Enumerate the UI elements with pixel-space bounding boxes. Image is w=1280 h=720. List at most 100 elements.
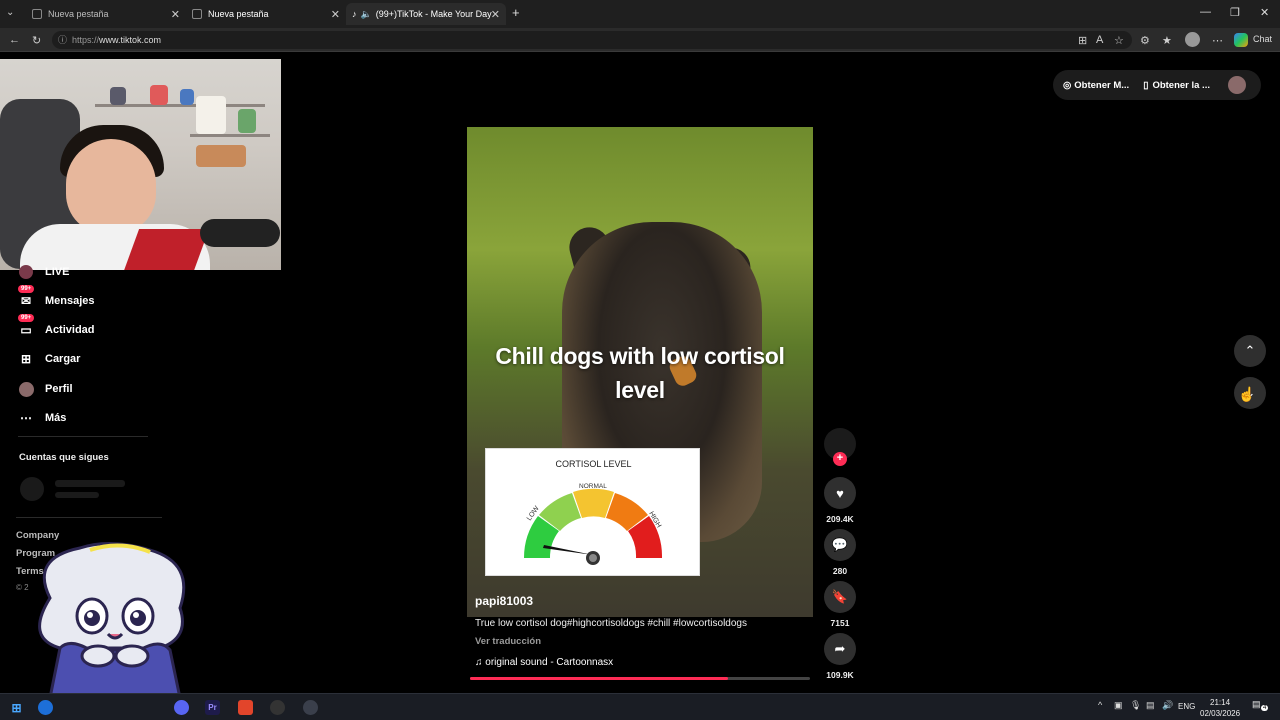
- sidebar-item-label: LIVE: [45, 266, 70, 278]
- sidebar-item-label: Más: [45, 412, 67, 424]
- figure-toy: [180, 89, 194, 105]
- address-bar-input[interactable]: ⓘ https://www.tiktok.com: [52, 31, 1132, 49]
- previous-video-button[interactable]: ⌃: [1234, 335, 1266, 367]
- minimize-icon[interactable]: —: [1200, 6, 1211, 18]
- save-count: 7151: [830, 618, 850, 628]
- tab-page-icon: [32, 9, 42, 19]
- refresh-icon[interactable]: ↻: [32, 34, 41, 47]
- window-close-icon[interactable]: ✕: [1260, 6, 1269, 19]
- mouse-cursor-icon: ☝: [1238, 386, 1256, 402]
- tab-title: (99+)TikTok - Make Your Day: [375, 9, 492, 19]
- notification-center-icon[interactable]: ▤ 4: [1252, 699, 1269, 714]
- phone-icon: ▯: [1143, 79, 1149, 91]
- tray-chevron-icon[interactable]: ^: [1098, 700, 1102, 710]
- microphone-icon[interactable]: 🎙: [1130, 700, 1141, 711]
- live-icon: [18, 264, 34, 280]
- streamer-face: [66, 139, 156, 234]
- app-icon[interactable]: [303, 700, 318, 715]
- favorite-star-icon[interactable]: ☆: [1114, 34, 1124, 47]
- profile-avatar[interactable]: [1185, 32, 1200, 47]
- comment-count: 280: [832, 566, 848, 576]
- back-icon[interactable]: ←: [9, 34, 20, 46]
- sidebar-item-messages[interactable]: ✉ 99+ Mensajes: [18, 285, 95, 309]
- restore-icon[interactable]: ❐: [1230, 6, 1240, 19]
- user-avatar[interactable]: [1227, 76, 1246, 94]
- sidebar-item-label: Mensajes: [45, 295, 95, 307]
- divider: [16, 517, 162, 518]
- tab-title: Nueva pestaña: [208, 9, 269, 19]
- figure-toy: [110, 87, 126, 105]
- video-sound[interactable]: ♫ original sound - Cartoonnasx: [475, 657, 613, 668]
- tab-page-icon: [192, 9, 202, 19]
- edge-icon[interactable]: [38, 700, 53, 715]
- tab-tiktok[interactable]: ♪ 🔈 (99+)TikTok - Make Your Day ✕: [346, 3, 506, 25]
- network-icon[interactable]: ▤: [1146, 700, 1155, 711]
- share-button[interactable]: ➦ 109.9K: [824, 633, 856, 680]
- microphone: [200, 219, 280, 247]
- more-menu-icon[interactable]: ⋯: [1212, 34, 1223, 47]
- share-icon: ➦: [824, 633, 856, 665]
- address-toolbar: ← ↻ ⓘ https://www.tiktok.com ⊞ A ☆ ⚙ ★ ⋯…: [0, 28, 1280, 52]
- video-caption: Chill dogs with low cortisol level: [495, 343, 785, 403]
- close-icon[interactable]: ✕: [171, 8, 180, 21]
- sidebar-item-more[interactable]: ⋯ Más: [18, 410, 66, 426]
- comment-button[interactable]: 💬 280: [824, 529, 856, 576]
- sidebar-item-activity[interactable]: ▭ 99+ Actividad: [18, 314, 95, 338]
- skeleton-line: [55, 480, 125, 487]
- translate-icon[interactable]: A: [1096, 34, 1103, 46]
- video-progress-bar[interactable]: [470, 677, 810, 680]
- close-icon[interactable]: ✕: [491, 8, 500, 21]
- site-info-icon[interactable]: ⓘ: [58, 31, 67, 49]
- clock-date: 02/03/2026: [1200, 709, 1241, 718]
- tab-list-icon[interactable]: ⌄: [6, 7, 14, 18]
- lamp: [196, 96, 226, 134]
- sidebar-item-label: Perfil: [45, 383, 73, 395]
- video-player[interactable]: Chill dogs with low cortisol level CORTI…: [467, 127, 813, 617]
- app-available-icon[interactable]: ⊞: [1078, 34, 1087, 47]
- top-right-actions: ◎ Obtener M... ▯ Obtener la ...: [1053, 70, 1261, 100]
- get-coins-button[interactable]: Obtener M...: [1074, 80, 1129, 91]
- share-count: 109.9K: [826, 670, 854, 680]
- volume-icon[interactable]: 🔊: [1162, 700, 1173, 711]
- language-indicator[interactable]: ENG: [1178, 702, 1195, 711]
- vtuber-mascot: [38, 541, 186, 698]
- speaker-icon[interactable]: 🔈: [361, 9, 372, 20]
- extensions-icon[interactable]: ⚙: [1140, 34, 1150, 47]
- upload-icon: ⊞: [20, 352, 32, 366]
- copilot-icon[interactable]: [1234, 33, 1248, 47]
- coin-icon: ◎: [1063, 79, 1072, 91]
- obs-icon[interactable]: [270, 700, 285, 715]
- sidebar-item-upload[interactable]: ⊞ Cargar: [18, 351, 81, 367]
- cortisol-gauge: CORTISOL LEVEL LOW NORMAL HIGH: [485, 448, 700, 576]
- follow-plus-icon[interactable]: +: [833, 452, 847, 466]
- close-icon[interactable]: ✕: [331, 8, 340, 21]
- video-username[interactable]: papi81003: [475, 594, 533, 608]
- favorites-icon[interactable]: ★: [1162, 34, 1172, 47]
- windows-start-icon[interactable]: ⊞: [9, 700, 24, 715]
- tray-app-icon[interactable]: ▣: [1114, 700, 1123, 711]
- get-app-button[interactable]: Obtener la ...: [1152, 80, 1210, 91]
- sidebar-item-label: Actividad: [45, 324, 95, 336]
- bookmark-icon: 🔖: [824, 581, 856, 613]
- more-icon: ⋯: [20, 411, 32, 425]
- save-button[interactable]: 🔖 7151: [824, 581, 856, 628]
- notification-count: 4: [1261, 705, 1269, 711]
- new-tab-icon[interactable]: +: [512, 5, 520, 20]
- discord-icon[interactable]: [174, 700, 189, 715]
- video-description[interactable]: True low cortisol dog#highcortisoldogs #…: [475, 618, 747, 629]
- creator-avatar[interactable]: +: [824, 428, 856, 466]
- sidebar-item-label: Cargar: [45, 353, 81, 365]
- premiere-icon[interactable]: Pr: [205, 700, 220, 715]
- sidebar-item-live[interactable]: LIVE: [18, 264, 69, 280]
- tab-title: Nueva pestaña: [48, 9, 109, 19]
- sidebar-item-profile[interactable]: Perfil: [18, 381, 73, 397]
- see-translation-link[interactable]: Ver traducción: [475, 636, 541, 647]
- like-button[interactable]: ♥ 209.4K: [824, 477, 856, 524]
- system-clock[interactable]: 21:14 02/03/2026: [1200, 697, 1240, 719]
- tab-new-1[interactable]: Nueva pestaña ✕: [26, 3, 186, 25]
- profile-icon: [18, 381, 34, 397]
- chat-button[interactable]: Chat: [1253, 34, 1272, 44]
- figure-toy: [150, 85, 168, 105]
- tab-new-2[interactable]: Nueva pestaña ✕: [186, 3, 346, 25]
- brave-icon[interactable]: [238, 700, 253, 715]
